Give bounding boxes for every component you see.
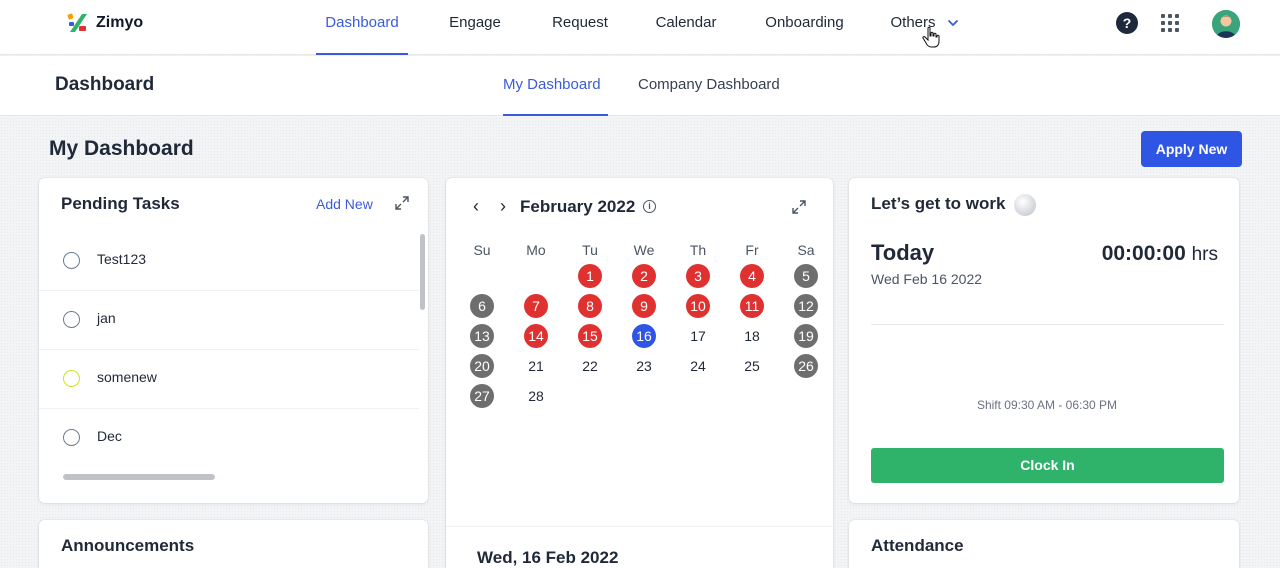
divider [871,324,1224,325]
next-month-button[interactable]: › [500,196,506,217]
calendar-day[interactable]: 26 [794,354,818,378]
avatar[interactable] [1212,10,1240,38]
section-title: Dashboard [55,74,155,95]
hand-cursor-icon [922,26,940,48]
expand-icon[interactable] [395,196,409,210]
weekday-label: Th [689,242,707,258]
weekday-label: Su [473,242,491,258]
calendar-day[interactable]: 2 [632,264,656,288]
weekday-label: Fr [745,242,759,258]
weekday-label: Tu [582,242,598,258]
help-icon[interactable]: ? [1116,12,1138,34]
calendar-day[interactable]: 5 [794,264,818,288]
task-row[interactable]: Dec [39,409,419,468]
work-timer: 00:00:00 hrs [1102,242,1218,266]
calendar-day[interactable]: 1 [578,264,602,288]
calendar-day[interactable]: 8 [578,294,602,318]
top-navbar: Zimyo Dashboard Engage Request Calendar … [0,0,1280,55]
calendar-day[interactable]: 25 [740,354,764,378]
timer-unit: hrs [1191,244,1218,265]
selected-date: Wed, 16 Feb 2022 [477,548,619,567]
weekday-label: We [633,242,655,258]
nav-calendar[interactable]: Calendar [646,0,726,55]
prev-month-button[interactable]: ‹ [473,196,479,217]
attendance-card: Attendance [849,520,1239,568]
nav-engage[interactable]: Engage [441,0,509,55]
nav-onboarding[interactable]: Onboarding [754,0,855,55]
task-label: jan [97,310,116,326]
task-label: Dec [97,428,122,444]
calendar-day[interactable]: 23 [632,354,656,378]
task-label: Test123 [97,251,147,267]
calendar-day[interactable]: 12 [794,294,818,318]
shift-timing: Shift 09:30 AM - 06:30 PM [976,398,1118,412]
task-checkbox[interactable] [63,370,80,387]
tab-company-dashboard[interactable]: Company Dashboard [638,56,798,116]
zimyo-logo-icon [67,13,87,32]
work-title: Let’s get to work [871,194,1006,213]
apps-grid-icon[interactable] [1161,14,1179,32]
calendar-day[interactable]: 13 [470,324,494,348]
selected-date-section: Wed, 16 Feb 2022 [446,526,834,568]
calendar-day[interactable]: 22 [578,354,602,378]
task-checkbox[interactable] [63,311,80,328]
nav-dashboard[interactable]: Dashboard [316,0,408,55]
task-row[interactable]: somenew [39,350,419,409]
calendar-day[interactable]: 4 [740,264,764,288]
task-checkbox[interactable] [63,429,80,446]
calendar-day[interactable]: 21 [524,354,548,378]
weekday-label: Sa [797,242,815,258]
clock-in-button[interactable]: Clock In [871,448,1224,483]
calendar-day[interactable]: 3 [686,264,710,288]
task-label: somenew [97,369,157,385]
calendar-day[interactable]: 18 [740,324,764,348]
today-label: Today [871,240,935,265]
calendar-day[interactable]: 11 [740,294,764,318]
calendar-day[interactable]: 20 [470,354,494,378]
clock-icon [1014,194,1036,216]
today-date: Wed Feb 16 2022 [871,271,983,287]
info-icon[interactable]: i [643,200,656,213]
calendar-day[interactable]: 27 [470,384,494,408]
calendar-month: February 2022 [520,197,636,216]
nav-request[interactable]: Request [544,0,616,55]
task-row[interactable]: jan [39,291,419,350]
calendar-day[interactable]: 14 [524,324,548,348]
vertical-scrollbar[interactable] [420,234,425,310]
expand-icon[interactable] [792,200,806,214]
calendar-day[interactable]: 6 [470,294,494,318]
app-name: Zimyo [96,14,144,31]
add-task-button[interactable]: Add New [316,196,373,212]
sub-header: Dashboard My Dashboard Company Dashboard [0,56,1280,116]
calendar-day[interactable]: 24 [686,354,710,378]
task-checkbox[interactable] [63,252,80,269]
calendar-day[interactable]: 16 [632,324,656,348]
user-avatar-icon [1212,10,1240,38]
calendar-day[interactable]: 10 [686,294,710,318]
attendance-title: Attendance [871,536,964,555]
page-title: My Dashboard [49,137,194,160]
zimyo-logo[interactable]: Zimyo [66,10,143,36]
apply-new-button[interactable]: Apply New [1141,131,1242,167]
calendar-day[interactable]: 19 [794,324,818,348]
calendar-day[interactable]: 7 [524,294,548,318]
pending-tasks-title: Pending Tasks [61,194,180,213]
chevron-down-icon[interactable] [946,16,960,30]
clock-in-card: Let’s get to work Today Wed Feb 16 2022 … [849,178,1239,503]
calendar-day[interactable]: 9 [632,294,656,318]
weekday-label: Mo [526,242,546,258]
announcements-title: Announcements [61,536,195,555]
calendar-day[interactable]: 15 [578,324,602,348]
announcements-card: Announcements [39,520,428,568]
tab-my-dashboard[interactable]: My Dashboard [503,56,608,116]
timer-value: 00:00:00 [1101,242,1186,265]
horizontal-scrollbar[interactable] [63,474,215,480]
calendar-card: ‹ › February 2022 i Wed, 16 Feb 2022 Su M… [446,178,834,568]
task-row[interactable]: Test123 [39,232,419,291]
calendar-day[interactable]: 17 [686,324,710,348]
calendar-day[interactable]: 28 [524,384,548,408]
pending-tasks-card: Pending Tasks Add New Test123 jan somene… [39,178,428,503]
